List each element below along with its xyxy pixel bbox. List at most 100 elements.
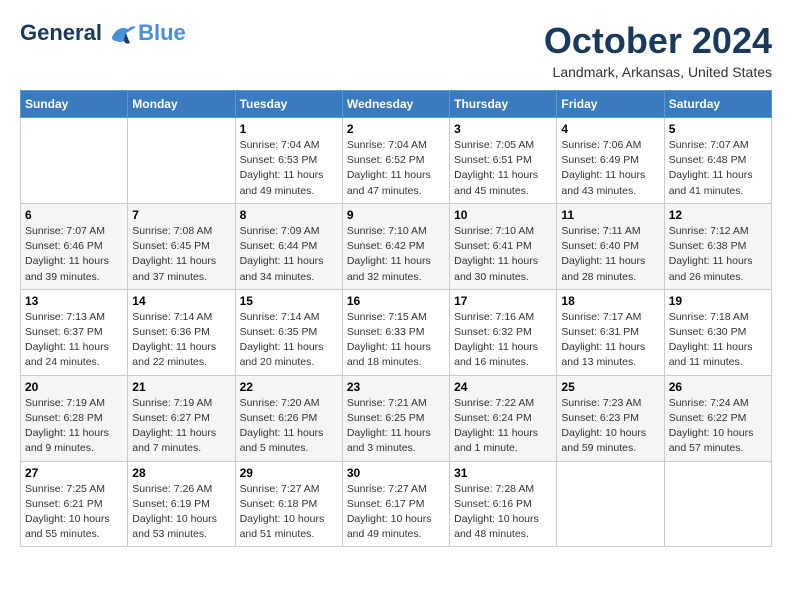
day-info: Sunrise: 7:27 AM Sunset: 6:18 PM Dayligh… (240, 482, 338, 543)
day-info: Sunrise: 7:04 AM Sunset: 6:53 PM Dayligh… (240, 138, 338, 199)
day-info: Sunrise: 7:18 AM Sunset: 6:30 PM Dayligh… (669, 310, 767, 371)
weekday-header-sunday: Sunday (21, 91, 128, 118)
day-info: Sunrise: 7:28 AM Sunset: 6:16 PM Dayligh… (454, 482, 552, 543)
day-number: 30 (347, 466, 445, 480)
calendar-cell (664, 461, 771, 547)
day-number: 3 (454, 122, 552, 136)
day-number: 11 (561, 208, 659, 222)
day-number: 31 (454, 466, 552, 480)
day-number: 5 (669, 122, 767, 136)
day-number: 1 (240, 122, 338, 136)
calendar-cell: 17 Sunrise: 7:16 AM Sunset: 6:32 PM Dayli… (450, 289, 557, 375)
day-number: 27 (25, 466, 123, 480)
weekday-header-friday: Friday (557, 91, 664, 118)
calendar-week-1: 1 Sunrise: 7:04 AM Sunset: 6:53 PM Daylig… (21, 118, 772, 204)
day-info: Sunrise: 7:12 AM Sunset: 6:38 PM Dayligh… (669, 224, 767, 285)
weekday-header-monday: Monday (128, 91, 235, 118)
day-info: Sunrise: 7:22 AM Sunset: 6:24 PM Dayligh… (454, 396, 552, 457)
day-number: 29 (240, 466, 338, 480)
calendar-cell: 7 Sunrise: 7:08 AM Sunset: 6:45 PM Daylig… (128, 203, 235, 289)
calendar-cell: 2 Sunrise: 7:04 AM Sunset: 6:52 PM Daylig… (342, 118, 449, 204)
weekday-header-tuesday: Tuesday (235, 91, 342, 118)
day-info: Sunrise: 7:16 AM Sunset: 6:32 PM Dayligh… (454, 310, 552, 371)
calendar-cell: 5Sunrise: 7:07 AM Sunset: 6:48 PM Daylig… (664, 118, 771, 204)
day-info: Sunrise: 7:23 AM Sunset: 6:23 PM Dayligh… (561, 396, 659, 457)
calendar-cell: 25Sunrise: 7:23 AM Sunset: 6:23 PM Dayli… (557, 375, 664, 461)
calendar-cell: 23Sunrise: 7:21 AM Sunset: 6:25 PM Dayli… (342, 375, 449, 461)
day-number: 15 (240, 294, 338, 308)
calendar-cell: 8 Sunrise: 7:09 AM Sunset: 6:44 PM Daylig… (235, 203, 342, 289)
title-block: October 2024 Landmark, Arkansas, United … (544, 20, 772, 80)
day-number: 6 (25, 208, 123, 222)
calendar-cell: 9Sunrise: 7:10 AM Sunset: 6:42 PM Daylig… (342, 203, 449, 289)
calendar-cell: 31 Sunrise: 7:28 AM Sunset: 6:16 PM Dayli… (450, 461, 557, 547)
day-number: 19 (669, 294, 767, 308)
day-number: 20 (25, 380, 123, 394)
day-info: Sunrise: 7:11 AM Sunset: 6:40 PM Dayligh… (561, 224, 659, 285)
day-info: Sunrise: 7:27 AM Sunset: 6:17 PM Dayligh… (347, 482, 445, 543)
day-info: Sunrise: 7:05 AM Sunset: 6:51 PM Dayligh… (454, 138, 552, 199)
day-number: 16 (347, 294, 445, 308)
calendar-cell: 24 Sunrise: 7:22 AM Sunset: 6:24 PM Dayli… (450, 375, 557, 461)
calendar-cell: 16 Sunrise: 7:15 AM Sunset: 6:33 PM Dayli… (342, 289, 449, 375)
calendar-cell: 15 Sunrise: 7:14 AM Sunset: 6:35 PM Dayli… (235, 289, 342, 375)
calendar-cell: 19 Sunrise: 7:18 AM Sunset: 6:30 PM Dayli… (664, 289, 771, 375)
calendar-cell: 29 Sunrise: 7:27 AM Sunset: 6:18 PM Dayli… (235, 461, 342, 547)
calendar-cell: 28 Sunrise: 7:26 AM Sunset: 6:19 PM Dayli… (128, 461, 235, 547)
logo: General Blue (20, 20, 186, 46)
calendar-cell (21, 118, 128, 204)
day-info: Sunrise: 7:04 AM Sunset: 6:52 PM Dayligh… (347, 138, 445, 199)
calendar-cell: 21 Sunrise: 7:19 AM Sunset: 6:27 PM Dayli… (128, 375, 235, 461)
calendar-cell (128, 118, 235, 204)
calendar-table: SundayMondayTuesdayWednesdayThursdayFrid… (20, 90, 772, 547)
calendar-cell: 20Sunrise: 7:19 AM Sunset: 6:28 PM Dayli… (21, 375, 128, 461)
calendar-cell (557, 461, 664, 547)
day-info: Sunrise: 7:10 AM Sunset: 6:41 PM Dayligh… (454, 224, 552, 285)
calendar-cell: 3 Sunrise: 7:05 AM Sunset: 6:51 PM Daylig… (450, 118, 557, 204)
calendar-cell: 1 Sunrise: 7:04 AM Sunset: 6:53 PM Daylig… (235, 118, 342, 204)
day-info: Sunrise: 7:08 AM Sunset: 6:45 PM Dayligh… (132, 224, 230, 285)
day-info: Sunrise: 7:19 AM Sunset: 6:27 PM Dayligh… (132, 396, 230, 457)
calendar-cell: 11 Sunrise: 7:11 AM Sunset: 6:40 PM Dayli… (557, 203, 664, 289)
day-number: 10 (454, 208, 552, 222)
day-number: 21 (132, 380, 230, 394)
calendar-cell: 4Sunrise: 7:06 AM Sunset: 6:49 PM Daylig… (557, 118, 664, 204)
day-info: Sunrise: 7:14 AM Sunset: 6:36 PM Dayligh… (132, 310, 230, 371)
calendar-cell: 14Sunrise: 7:14 AM Sunset: 6:36 PM Dayli… (128, 289, 235, 375)
logo-text: General (20, 21, 136, 45)
calendar-cell: 26Sunrise: 7:24 AM Sunset: 6:22 PM Dayli… (664, 375, 771, 461)
day-number: 8 (240, 208, 338, 222)
location: Landmark, Arkansas, United States (544, 64, 772, 80)
page-header: General Blue October 2024 Landmark, Arka… (20, 20, 772, 80)
day-number: 12 (669, 208, 767, 222)
logo-bird-icon (110, 23, 136, 45)
calendar-header-row: SundayMondayTuesdayWednesdayThursdayFrid… (21, 91, 772, 118)
day-number: 28 (132, 466, 230, 480)
logo-blue: Blue (138, 20, 186, 46)
day-info: Sunrise: 7:21 AM Sunset: 6:25 PM Dayligh… (347, 396, 445, 457)
day-info: Sunrise: 7:06 AM Sunset: 6:49 PM Dayligh… (561, 138, 659, 199)
day-info: Sunrise: 7:09 AM Sunset: 6:44 PM Dayligh… (240, 224, 338, 285)
day-info: Sunrise: 7:15 AM Sunset: 6:33 PM Dayligh… (347, 310, 445, 371)
calendar-week-4: 20Sunrise: 7:19 AM Sunset: 6:28 PM Dayli… (21, 375, 772, 461)
day-info: Sunrise: 7:24 AM Sunset: 6:22 PM Dayligh… (669, 396, 767, 457)
weekday-header-wednesday: Wednesday (342, 91, 449, 118)
month-title: October 2024 (544, 20, 772, 62)
calendar-cell: 18Sunrise: 7:17 AM Sunset: 6:31 PM Dayli… (557, 289, 664, 375)
day-info: Sunrise: 7:25 AM Sunset: 6:21 PM Dayligh… (25, 482, 123, 543)
weekday-header-thursday: Thursday (450, 91, 557, 118)
day-number: 2 (347, 122, 445, 136)
day-number: 24 (454, 380, 552, 394)
calendar-week-3: 13Sunrise: 7:13 AM Sunset: 6:37 PM Dayli… (21, 289, 772, 375)
calendar-cell: 10 Sunrise: 7:10 AM Sunset: 6:41 PM Dayli… (450, 203, 557, 289)
day-number: 17 (454, 294, 552, 308)
day-info: Sunrise: 7:14 AM Sunset: 6:35 PM Dayligh… (240, 310, 338, 371)
calendar-cell: 12 Sunrise: 7:12 AM Sunset: 6:38 PM Dayli… (664, 203, 771, 289)
calendar-cell: 27 Sunrise: 7:25 AM Sunset: 6:21 PM Dayli… (21, 461, 128, 547)
day-info: Sunrise: 7:17 AM Sunset: 6:31 PM Dayligh… (561, 310, 659, 371)
day-info: Sunrise: 7:26 AM Sunset: 6:19 PM Dayligh… (132, 482, 230, 543)
calendar-cell: 22Sunrise: 7:20 AM Sunset: 6:26 PM Dayli… (235, 375, 342, 461)
calendar-week-5: 27 Sunrise: 7:25 AM Sunset: 6:21 PM Dayli… (21, 461, 772, 547)
day-number: 7 (132, 208, 230, 222)
day-info: Sunrise: 7:20 AM Sunset: 6:26 PM Dayligh… (240, 396, 338, 457)
